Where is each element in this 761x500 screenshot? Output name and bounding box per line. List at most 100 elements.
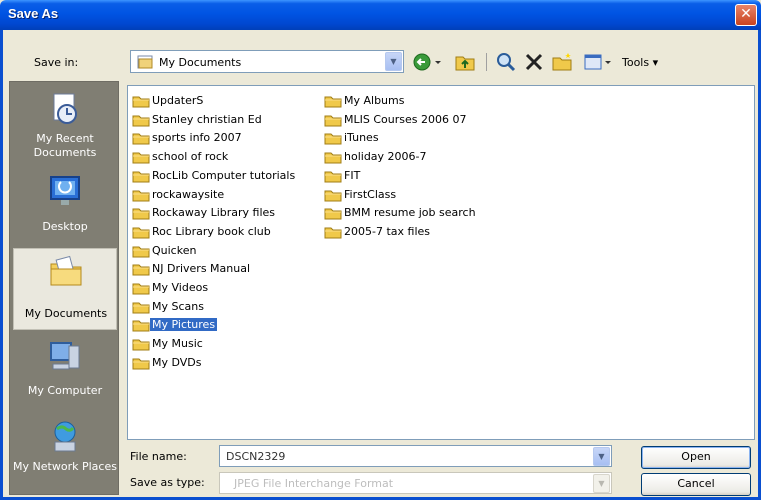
- folder-icon: [132, 188, 150, 205]
- folder-icon: [132, 318, 150, 335]
- save-in-value: My Documents: [159, 56, 242, 69]
- my-documents-small-icon: [137, 55, 153, 69]
- folder-name: Roc Library book club: [152, 224, 271, 238]
- folder-icon: [132, 131, 150, 148]
- delete-x-icon: [525, 53, 543, 71]
- folder-icon: [132, 262, 150, 279]
- recent-documents-icon: [53, 93, 77, 124]
- toolbar-separator: [486, 53, 487, 71]
- folder-icon: [132, 150, 150, 167]
- folder-icon: [324, 94, 342, 111]
- file-name-label: File name:: [130, 450, 187, 463]
- place-label: My Network Places: [13, 460, 117, 473]
- my-computer-icon: [50, 342, 80, 370]
- close-icon: ✕: [740, 6, 752, 22]
- folder-name: iTunes: [344, 131, 379, 145]
- save-in-label: Save in:: [34, 56, 79, 69]
- folder-name: My Scans: [152, 299, 204, 313]
- folder-name: rockawaysite: [152, 187, 225, 201]
- save-as-type-dropdown: JPEG File Interchange Format ▼: [219, 472, 612, 494]
- folder-icon: [324, 150, 342, 167]
- chevron-down-icon: ▼: [598, 479, 605, 488]
- file-list[interactable]: UpdaterS Stanley christian Ed sports info …: [127, 85, 755, 440]
- open-button[interactable]: Open: [641, 446, 751, 469]
- folder-name: Stanley christian Ed: [152, 112, 262, 126]
- folder-name: school of rock: [152, 150, 229, 164]
- place-label: My Computer: [27, 384, 103, 397]
- views-icon: [584, 54, 611, 70]
- folder-name: Rockaway Library files: [152, 206, 276, 220]
- folder-name: NJ Drivers Manual: [152, 262, 251, 276]
- folder-name: UpdaterS: [152, 94, 204, 107]
- desktop-icon: [50, 176, 80, 205]
- chevron-down-icon: ▼: [390, 57, 397, 66]
- folder-icon: [132, 225, 150, 242]
- new-folder-icon: [552, 53, 572, 71]
- search-icon: [497, 53, 516, 72]
- save-in-dropdown-arrow[interactable]: ▼: [385, 52, 402, 71]
- folder-name: MLIS Courses 2006 07: [344, 112, 467, 126]
- back-arrow-icon: [413, 53, 441, 71]
- chevron-down-icon: ▼: [598, 452, 605, 461]
- place-label: Desktop: [42, 220, 88, 233]
- create-new-folder-button[interactable]: [551, 51, 573, 73]
- folder-icon: [132, 94, 150, 111]
- tools-label: Tools: [622, 56, 650, 69]
- window-title: Save As: [8, 6, 59, 21]
- folder-icon: [132, 113, 150, 130]
- folder-name: BMM resume job search: [344, 206, 476, 220]
- folder-name: My Videos: [152, 281, 209, 294]
- place-my-computer[interactable]: My Computer: [13, 334, 117, 416]
- save-in-dropdown[interactable]: My Documents ▼: [130, 50, 404, 73]
- folder-icon: [132, 337, 150, 354]
- close-button[interactable]: ✕: [735, 4, 757, 26]
- folder-icon: [324, 206, 342, 223]
- my-documents-icon: [50, 255, 82, 286]
- folder-name: My Music: [152, 337, 203, 351]
- folder-icon: [132, 281, 150, 298]
- back-button[interactable]: [412, 51, 444, 73]
- cancel-button[interactable]: Cancel: [641, 473, 751, 496]
- folder-icon: [324, 131, 342, 148]
- views-menu-button[interactable]: [583, 51, 613, 73]
- folder-name: My Pictures: [150, 318, 218, 332]
- chevron-down-icon: ▾: [652, 56, 659, 69]
- folder-name: holiday 2006-7: [344, 150, 427, 164]
- folder-icon: [132, 244, 150, 261]
- folder-icon: [324, 188, 342, 205]
- save-as-type-dropdown-arrow: ▼: [593, 474, 610, 493]
- up-one-level-button[interactable]: [454, 51, 476, 73]
- place-my-documents[interactable]: My Documents: [13, 248, 117, 330]
- folder-icon: [132, 300, 150, 317]
- file-name-dropdown-arrow[interactable]: ▼: [593, 447, 610, 466]
- delete-button[interactable]: [523, 51, 545, 73]
- folder-icon: [132, 356, 150, 373]
- search-web-button[interactable]: [495, 51, 517, 73]
- folder-name: sports info 2007: [152, 131, 242, 145]
- folder-name: 2005-7 tax files: [344, 224, 431, 238]
- place-label: My Recent Documents: [33, 132, 97, 159]
- folder-name: My DVDs: [152, 355, 202, 369]
- folder-icon: [324, 169, 342, 186]
- folder-icon: [132, 206, 150, 223]
- file-name-input[interactable]: DSCN2329 ▼: [219, 445, 612, 467]
- title-bar: Save As ✕: [0, 0, 761, 30]
- folder-icon: [324, 225, 342, 242]
- folder-name: FirstClass: [344, 187, 397, 201]
- folder-name: My Albums: [344, 94, 405, 107]
- folder-up-icon: [455, 56, 475, 71]
- folder-icon: [324, 113, 342, 130]
- places-bar: My Recent Documents Desktop My Documents…: [9, 81, 119, 495]
- folder-name: FIT: [344, 168, 361, 182]
- file-name-value: DSCN2329: [226, 450, 286, 463]
- place-label: My Documents: [24, 307, 108, 320]
- place-my-recent-documents[interactable]: My Recent Documents: [13, 86, 117, 168]
- place-my-network-places[interactable]: My Network Places: [13, 414, 117, 496]
- folder-icon: [132, 169, 150, 186]
- tools-menu-button[interactable]: Tools ▾: [622, 56, 670, 70]
- network-places-icon: [54, 421, 76, 452]
- save-as-type-value: JPEG File Interchange Format: [234, 477, 394, 490]
- save-as-type-label: Save as type:: [130, 476, 205, 489]
- place-desktop[interactable]: Desktop: [13, 168, 117, 250]
- folder-name: RocLib Computer tutorials: [152, 168, 296, 182]
